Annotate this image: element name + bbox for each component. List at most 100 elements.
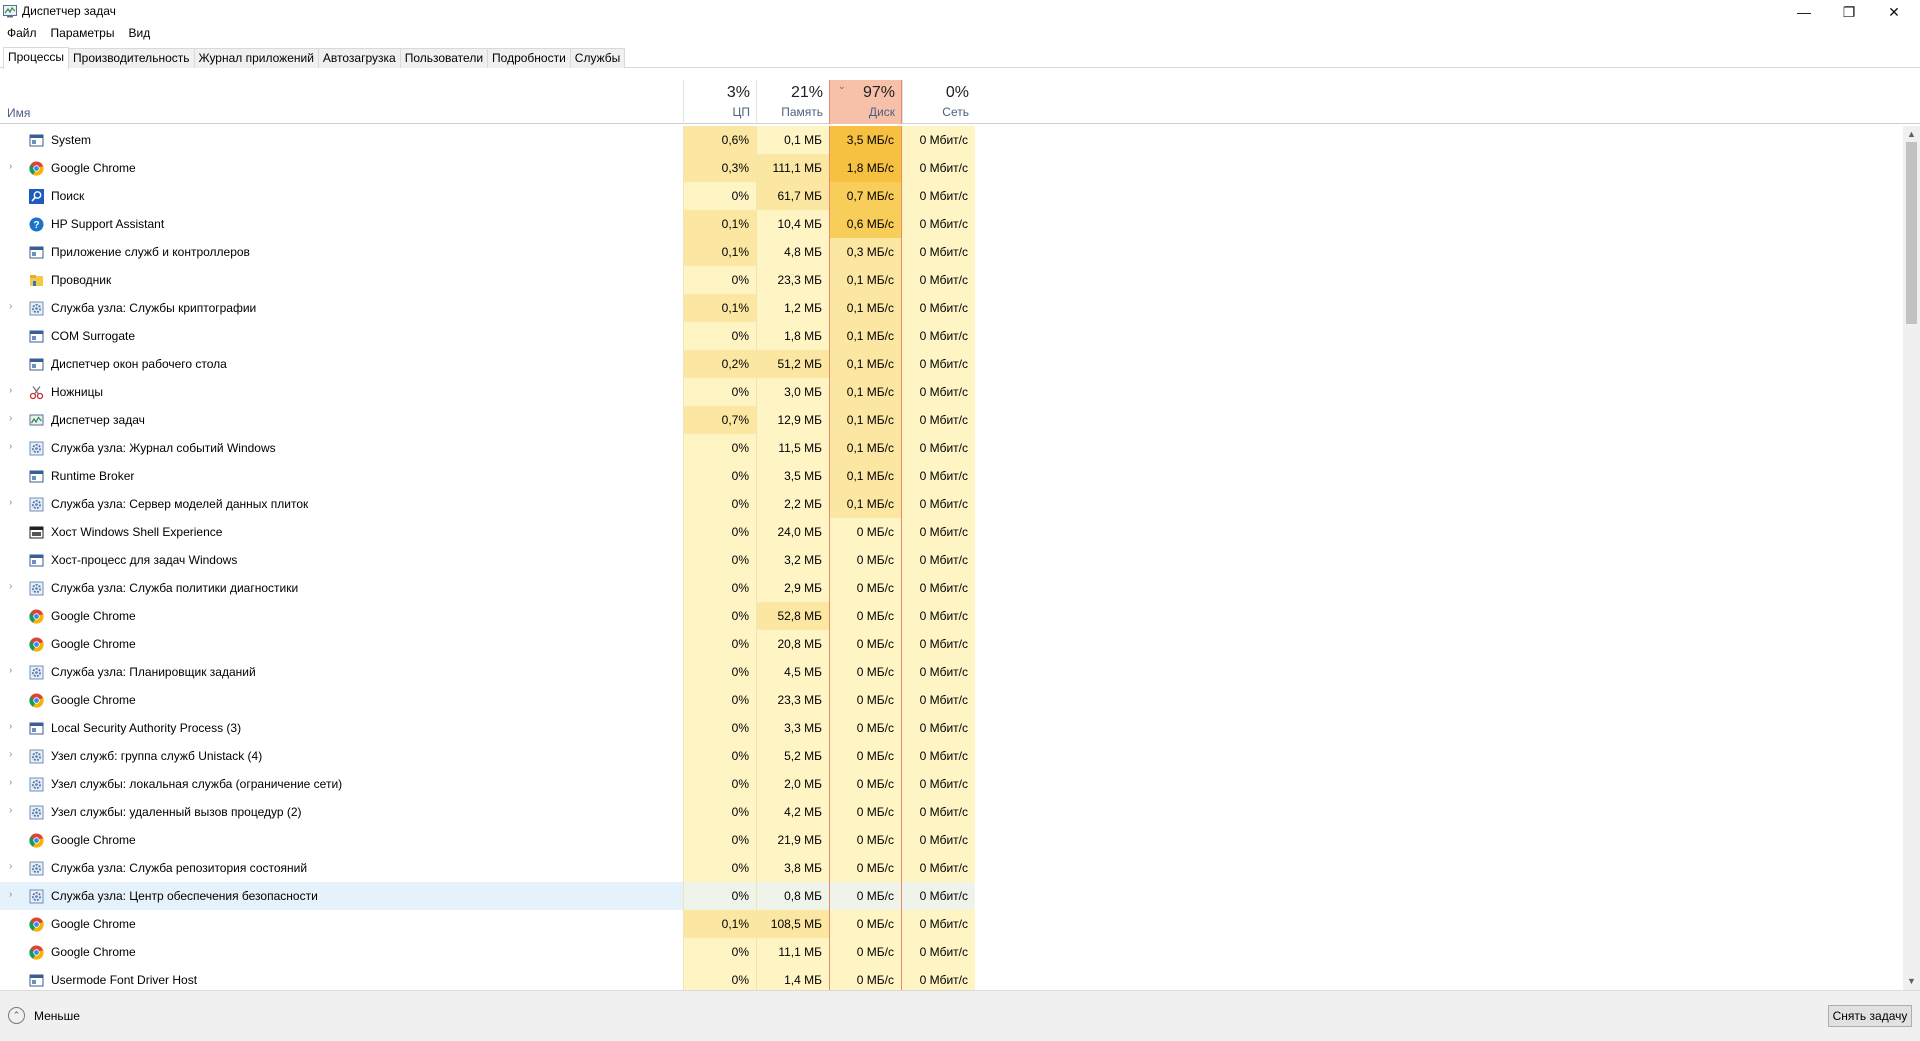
process-row[interactable]: › Диспетчер задач 0,7% 12,9 МБ 0,1 МБ/с 0 Мби… [0,406,1900,434]
process-name-cell[interactable]: Google Chrome [0,602,683,630]
process-name-cell[interactable]: COM Surrogate [0,322,683,350]
process-name-cell[interactable]: › Диспетчер задач [0,406,683,434]
process-name-cell[interactable]: › Ножницы [0,378,683,406]
process-row[interactable]: › Служба узла: Сервер моделей данных плит… [0,490,1900,518]
expand-chevron-icon[interactable]: › [9,581,19,592]
process-row[interactable]: › Узел служб: группа служб Unistack (4) 0%… [0,742,1900,770]
process-row[interactable]: Поиск 0% 61,7 МБ 0,7 МБ/с 0 Мбит/с [0,182,1900,210]
tab-processes[interactable]: Процессы [3,47,70,69]
expand-chevron-icon[interactable]: › [9,385,19,396]
process-row[interactable]: Google Chrome 0% 20,8 МБ 0 МБ/с 0 Мбит/с [0,630,1900,658]
vertical-scrollbar[interactable]: ▲ ▼ [1903,126,1920,990]
menu-options[interactable]: Параметры [44,24,122,42]
process-name-cell[interactable]: › Служба узла: Центр обеспечения безопасн… [0,882,683,910]
tab-services[interactable]: Службы [569,48,626,68]
process-name-cell[interactable]: System [0,126,683,154]
maximize-button[interactable]: ❐ [1827,0,1871,24]
process-row[interactable]: › Google Chrome 0,3% 111,1 МБ 1,8 МБ/с 0 Мбит… [0,154,1900,182]
process-name-cell[interactable]: › Служба узла: Служба репозитория состоян… [0,854,683,882]
expand-chevron-icon[interactable]: › [9,805,19,816]
column-network[interactable]: 0% Сеть [902,80,975,124]
column-disk[interactable]: ⌄ 97% Диск [829,80,902,124]
process-name-cell[interactable]: Диспетчер окон рабочего стола [0,350,683,378]
expand-chevron-icon[interactable]: › [9,497,19,508]
process-row[interactable]: › Local Security Authority Process (3) 0% 3… [0,714,1900,742]
scroll-up-icon[interactable]: ▲ [1903,126,1920,143]
process-row[interactable]: › Служба узла: Службы криптографии 0,1% 1,2… [0,294,1900,322]
column-memory[interactable]: 21% Память [756,80,829,124]
expand-chevron-icon[interactable]: › [9,441,19,452]
tab-performance[interactable]: Производительность [68,48,195,68]
process-row[interactable]: › Служба узла: Служба политики диагностик… [0,574,1900,602]
expand-chevron-icon[interactable]: › [9,777,19,788]
process-row[interactable]: Runtime Broker 0% 3,5 МБ 0,1 МБ/с 0 Мбит/с [0,462,1900,490]
expand-chevron-icon[interactable]: › [9,861,19,872]
expand-chevron-icon[interactable]: › [9,301,19,312]
process-name-cell[interactable]: Приложение служб и контроллеров [0,238,683,266]
process-name-cell[interactable]: Usermode Font Driver Host [0,966,683,990]
expand-chevron-icon[interactable]: › [9,889,19,900]
process-row[interactable]: › Служба узла: Журнал событий Windows 0% 11… [0,434,1900,462]
process-row[interactable]: Диспетчер окон рабочего стола 0,2% 51,2 МБ… [0,350,1900,378]
menu-file[interactable]: Файл [0,24,44,42]
expand-chevron-icon[interactable]: › [9,665,19,676]
process-row[interactable]: › Служба узла: Планировщик заданий 0% 4,5 М… [0,658,1900,686]
process-row[interactable]: COM Surrogate 0% 1,8 МБ 0,1 МБ/с 0 Мбит/с [0,322,1900,350]
menu-view[interactable]: Вид [121,24,157,42]
process-name-cell[interactable]: Хост Windows Shell Experience [0,518,683,546]
column-name[interactable]: Имя [7,106,30,120]
process-name-cell[interactable]: › Служба узла: Сервер моделей данных плит… [0,490,683,518]
expand-chevron-icon[interactable]: › [9,413,19,424]
tab-app-history[interactable]: Журнал приложений [193,48,319,68]
process-name-cell[interactable]: › Узел службы: локальная служба (ограниче… [0,770,683,798]
process-name-cell[interactable]: Хост-процесс для задач Windows [0,546,683,574]
process-name-cell[interactable]: Google Chrome [0,826,683,854]
expand-chevron-icon[interactable]: › [9,161,19,172]
process-name-cell[interactable]: › Узел служб: группа служб Unistack (4) [0,742,683,770]
process-row[interactable]: Хост-процесс для задач Windows 0% 3,2 МБ 0 … [0,546,1900,574]
process-name-cell[interactable]: › Служба узла: Служба политики диагностик… [0,574,683,602]
process-row[interactable]: › Узел службы: локальная служба (ограниче… [0,770,1900,798]
process-row[interactable]: Google Chrome 0% 11,1 МБ 0 МБ/с 0 Мбит/с [0,938,1900,966]
process-row[interactable]: › Служба узла: Служба репозитория состоян… [0,854,1900,882]
process-row[interactable]: Google Chrome 0,1% 108,5 МБ 0 МБ/с 0 Мбит/с [0,910,1900,938]
close-button[interactable]: ✕ [1872,0,1916,24]
column-cpu[interactable]: 3% ЦП [683,80,756,124]
process-name-cell[interactable]: Google Chrome [0,938,683,966]
process-row[interactable]: System 0,6% 0,1 МБ 3,5 МБ/с 0 Мбит/с [0,126,1900,154]
process-name-cell[interactable]: › Служба узла: Планировщик заданий [0,658,683,686]
process-name-cell[interactable]: Runtime Broker [0,462,683,490]
process-name-cell[interactable]: › Служба узла: Журнал событий Windows [0,434,683,462]
end-task-button[interactable]: Снять задачу [1828,1005,1912,1027]
process-name-cell[interactable]: › Google Chrome [0,154,683,182]
tab-startup[interactable]: Автозагрузка [317,48,401,68]
process-name-cell[interactable]: Проводник [0,266,683,294]
tab-users[interactable]: Пользователи [399,48,489,68]
process-row[interactable]: Usermode Font Driver Host 0% 1,4 МБ 0 МБ/с 0… [0,966,1900,990]
process-name-cell[interactable]: › Служба узла: Службы криптографии [0,294,683,322]
expand-chevron-icon[interactable]: › [9,721,19,732]
scrollbar-thumb[interactable] [1906,142,1917,324]
process-row[interactable]: › Ножницы 0% 3,0 МБ 0,1 МБ/с 0 Мбит/с [0,378,1900,406]
process-name-cell[interactable]: › Local Security Authority Process (3) [0,714,683,742]
process-name-cell[interactable]: Google Chrome [0,630,683,658]
scroll-down-icon[interactable]: ▼ [1903,973,1920,990]
expand-chevron-icon[interactable]: › [9,749,19,760]
tab-details[interactable]: Подробности [487,48,571,68]
fewer-details-button[interactable]: ⌃ Меньше [8,1007,80,1024]
process-row[interactable]: Приложение служб и контроллеров 0,1% 4,8 М… [0,238,1900,266]
process-name-cell[interactable]: ? HP Support Assistant [0,210,683,238]
process-name-cell[interactable]: › Узел службы: удаленный вызов процедур (… [0,798,683,826]
process-row[interactable]: › Служба узла: Центр обеспечения безопасн… [0,882,1900,910]
process-row[interactable]: › Узел службы: удаленный вызов процедур (… [0,798,1900,826]
process-name-cell[interactable]: Google Chrome [0,686,683,714]
process-row[interactable]: Google Chrome 0% 21,9 МБ 0 МБ/с 0 Мбит/с [0,826,1900,854]
process-row[interactable]: Проводник 0% 23,3 МБ 0,1 МБ/с 0 Мбит/с [0,266,1900,294]
process-name-cell[interactable]: Поиск [0,182,683,210]
process-row[interactable]: Google Chrome 0% 23,3 МБ 0 МБ/с 0 Мбит/с [0,686,1900,714]
minimize-button[interactable]: — [1782,0,1826,24]
process-row[interactable]: ? HP Support Assistant 0,1% 10,4 МБ 0,6 МБ/с… [0,210,1900,238]
process-row[interactable]: Google Chrome 0% 52,8 МБ 0 МБ/с 0 Мбит/с [0,602,1900,630]
title-bar[interactable]: Диспетчер задач — ❐ ✕ [0,0,1920,24]
process-row[interactable]: Хост Windows Shell Experience 0% 24,0 МБ 0 … [0,518,1900,546]
